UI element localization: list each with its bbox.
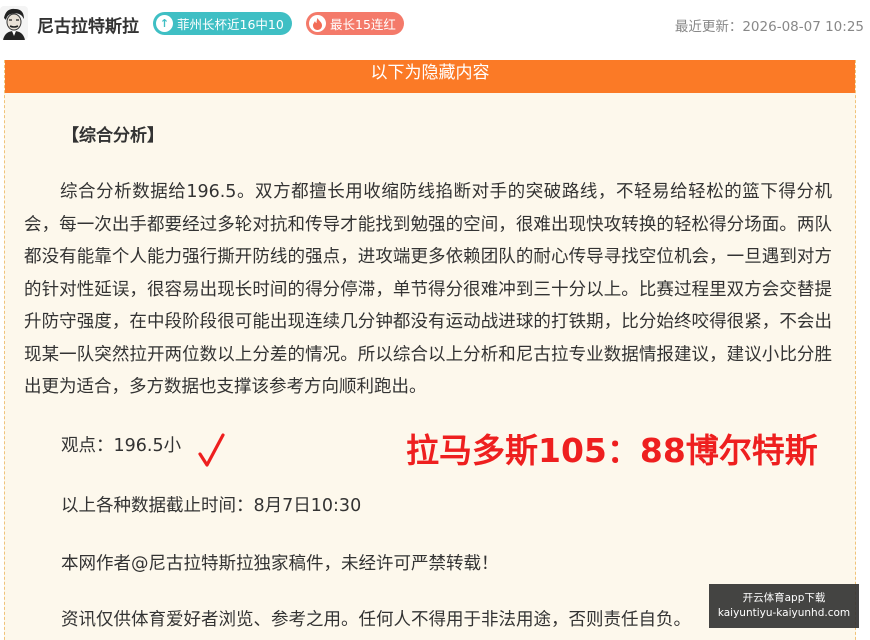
result-score: 拉马多斯105：88博尔特斯 — [406, 431, 818, 470]
badge-longest-label: 最长15连红 — [330, 17, 396, 32]
up-arrow-icon: ↑ — [156, 15, 173, 32]
copyright-notice: 本网作者@尼古拉特斯拉独家稿件，未经许可严禁转载！ — [61, 554, 499, 574]
overlay-line-2: kaiyuntiyu-kaiyunhd.com — [717, 607, 851, 619]
watermark-overlay[interactable]: 开云体育app下载 kaiyuntiyu-kaiyunhd.com — [709, 584, 859, 628]
last-updated: 最近更新：2026-08-07 10:25 — [674, 19, 864, 35]
checkmark-icon — [198, 432, 226, 470]
flame-icon — [309, 15, 326, 32]
viewpoint: 观点：196.5小 — [61, 436, 182, 456]
badge-recent-streak: ↑ 菲州长杯近16中10 — [153, 12, 292, 35]
disclaimer: 资讯仅供体育爱好者浏览、参考之用。任何人不得用于非法用途，否则责任自负。 — [61, 610, 691, 630]
author-avatar[interactable] — [0, 6, 28, 40]
page: 尼古拉特斯拉 ↑ 菲州长杯近16中10 最长15连红 最近更新：2026-08-… — [0, 0, 870, 640]
analysis-paragraph: 综合分析数据给196.5。双方都擅长用收缩防线掐断对手的突破路线，不轻易给轻松的… — [24, 182, 832, 397]
section-title: 【综合分析】 — [62, 126, 164, 146]
badge-recent-label: 菲州长杯近16中10 — [177, 17, 284, 32]
author-name[interactable]: 尼古拉特斯拉 — [37, 12, 139, 37]
data-deadline: 以上各种数据截止时间：8月7日10:30 — [61, 496, 362, 516]
article-header: 尼古拉特斯拉 ↑ 菲州长杯近16中10 最长15连红 最近更新：2026-08-… — [0, 0, 870, 50]
overlay-line-1: 开云体育app下载 — [742, 592, 826, 604]
badge-longest-streak: 最长15连红 — [306, 12, 404, 35]
hidden-content-banner: 以下为隐藏内容 — [5, 60, 855, 93]
